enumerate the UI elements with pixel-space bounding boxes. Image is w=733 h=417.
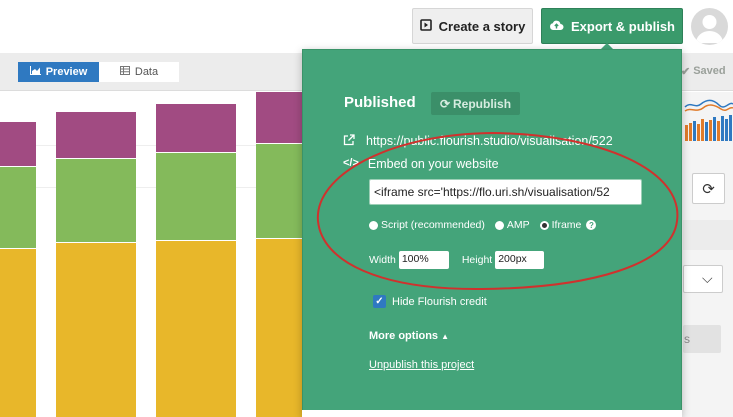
code-icon: </> xyxy=(343,157,359,169)
published-title: Published xyxy=(344,94,416,111)
embed-type-options: Script (recommended) AMP Iframe ? xyxy=(369,219,597,231)
saved-status: ✔ Saved xyxy=(681,65,726,78)
embed-code-field[interactable]: <iframe src='https://flo.uri.sh/visualis… xyxy=(369,179,642,205)
avatar[interactable] xyxy=(691,8,728,45)
height-label: Height xyxy=(461,254,493,266)
settings-button[interactable]: s xyxy=(683,325,721,353)
settings-button-fragment: s xyxy=(684,332,690,346)
hide-credit-checkbox[interactable]: ✓ xyxy=(373,295,386,308)
create-story-button[interactable]: Create a story xyxy=(412,8,533,44)
refresh-icon: ⟳ xyxy=(439,96,451,111)
refresh-icon: ⟳ xyxy=(702,180,715,198)
bar-segment-top xyxy=(56,112,136,158)
bar-segment-middle xyxy=(56,159,136,242)
chart-thumbnail[interactable] xyxy=(683,95,733,145)
radio-iframe-label: Iframe xyxy=(551,219,582,231)
embed-label: Embed on your website xyxy=(367,157,499,171)
settings-section-header xyxy=(683,220,733,250)
republish-button[interactable]: ⟳ Republish xyxy=(431,92,520,115)
tab-preview[interactable]: Preview xyxy=(18,62,99,82)
hide-credit-option[interactable]: ✓ Hide Flourish credit xyxy=(373,295,487,308)
bar-segment-middle xyxy=(156,153,236,240)
bar-segment-bottom xyxy=(256,239,302,417)
view-tabs: Preview Data xyxy=(18,62,179,82)
chart-icon xyxy=(29,66,41,78)
saved-label: Saved xyxy=(693,65,726,77)
radio-button[interactable] xyxy=(369,220,378,230)
bar-segment-middle xyxy=(256,144,302,238)
radio-script-label: Script (recommended) xyxy=(381,219,485,231)
help-icon[interactable]: ? xyxy=(586,220,597,230)
public-url-row[interactable]: https://public.flourish.studio/visualisa… xyxy=(343,134,681,149)
refresh-button[interactable]: ⟳ xyxy=(692,173,725,204)
preview-canvas xyxy=(0,92,302,417)
bar-segment-bottom xyxy=(56,243,136,417)
check-icon: ✔ xyxy=(681,66,691,78)
top-bar: Create a story Export & publish xyxy=(0,0,733,53)
radio-button[interactable] xyxy=(494,220,504,230)
bar-segment-top xyxy=(0,122,36,166)
external-link-icon xyxy=(343,134,355,149)
cloud-upload-icon xyxy=(549,19,564,34)
hide-credit-label: Hide Flourish credit xyxy=(392,295,487,308)
publish-panel: Published ⟳ Republish https://public.flo… xyxy=(302,49,682,417)
export-publish-label: Export & publish xyxy=(571,18,675,34)
bar-segment-top xyxy=(156,104,236,152)
caret-up-icon: ▲ xyxy=(441,332,449,341)
radio-button[interactable] xyxy=(539,220,549,230)
radio-amp[interactable]: AMP xyxy=(494,219,530,231)
width-input[interactable]: 100% xyxy=(398,251,449,269)
popup-footer xyxy=(302,410,682,417)
more-options-toggle[interactable]: More options ▲ xyxy=(369,330,449,342)
bar-segment-bottom xyxy=(156,241,236,417)
public-url-link[interactable]: https://public.flourish.studio/visualisa… xyxy=(366,134,613,149)
bar-segment-middle xyxy=(0,167,36,248)
story-icon xyxy=(419,18,432,34)
unpublish-link[interactable]: Unpublish this project xyxy=(369,359,474,371)
radio-iframe[interactable]: Iframe ? xyxy=(539,219,597,231)
more-options-label: More options xyxy=(369,330,439,342)
tab-preview-label: Preview xyxy=(45,66,88,78)
height-input[interactable]: 200px xyxy=(495,251,545,269)
radio-script[interactable]: Script (recommended) xyxy=(369,219,485,231)
radio-amp-label: AMP xyxy=(506,219,530,231)
republish-label: Republish xyxy=(453,96,512,111)
embed-dimensions: Width 100% Height 200px xyxy=(369,251,545,269)
width-label: Width xyxy=(369,254,396,266)
tab-data[interactable]: Data xyxy=(99,62,179,82)
tab-data-label: Data xyxy=(134,66,159,78)
table-icon xyxy=(119,66,130,78)
export-publish-button[interactable]: Export & publish xyxy=(541,8,683,44)
chevron-down-icon: ⌵ xyxy=(702,270,713,286)
bar-segment-bottom xyxy=(0,249,36,417)
create-story-label: Create a story xyxy=(438,18,526,34)
embed-row: </> Embed on your website xyxy=(343,157,499,171)
bar-segment-top xyxy=(256,92,302,143)
